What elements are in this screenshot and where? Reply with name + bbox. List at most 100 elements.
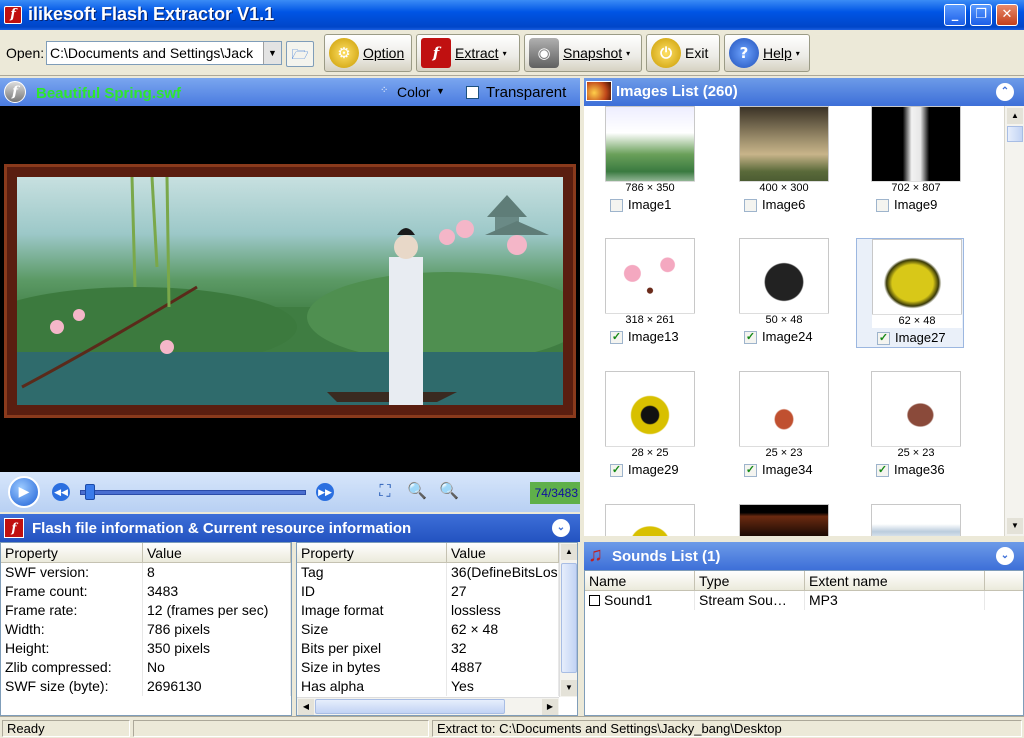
swf-info-grid[interactable]: Property Value SWF version: 8 Frame count:…: [0, 542, 292, 716]
scroll-down-icon[interactable]: ▼: [1007, 518, 1023, 534]
image-thumbnail[interactable]: 400 × 300 Image6: [724, 106, 832, 216]
status-bar: Ready Extract to: C:\Documents and Setti…: [0, 716, 1024, 738]
scroll-right-icon[interactable]: ▶: [542, 699, 558, 715]
thumbnail-image[interactable]: [605, 504, 695, 536]
table-row[interactable]: Zlib compressed: No: [1, 658, 291, 677]
minimize-button[interactable]: _: [944, 4, 966, 26]
help-button[interactable]: ? Help ▾: [724, 34, 810, 72]
image-checkbox[interactable]: [876, 199, 889, 212]
sound-checkbox[interactable]: [589, 595, 600, 606]
scroll-down-icon[interactable]: ▼: [561, 680, 577, 696]
vertical-scrollbar[interactable]: ▲ ▼: [559, 543, 577, 697]
images-list[interactable]: 786 × 350 Image1 400 × 300 Image6 702 × 807 I…: [584, 106, 1024, 536]
column-header[interactable]: Extent name: [805, 571, 985, 590]
chevron-down-icon[interactable]: ▼: [263, 42, 281, 64]
status-panel: [133, 720, 429, 737]
open-path-value[interactable]: C:\Documents and Settings\Jack: [50, 45, 262, 61]
image-checkbox[interactable]: ✓: [876, 464, 889, 477]
open-path-combo[interactable]: C:\Documents and Settings\Jack ▼: [46, 41, 282, 65]
zoom-in-button[interactable]: 🔍: [438, 481, 460, 503]
table-row[interactable]: Image format lossless: [297, 601, 577, 620]
table-row[interactable]: Width: 786 pixels: [1, 620, 291, 639]
close-button[interactable]: ✕: [996, 4, 1018, 26]
column-header[interactable]: Name: [585, 571, 695, 590]
image-checkbox[interactable]: ✓: [610, 464, 623, 477]
title-bar[interactable]: f ilikesoft Flash Extractor V1.1 _ ❐ ✕: [0, 0, 1024, 30]
image-thumbnail[interactable]: 25 × 23 ✓ Image36: [856, 371, 964, 481]
table-row[interactable]: Height: 350 pixels: [1, 639, 291, 658]
snapshot-button[interactable]: ◉ Snapshot ▾: [524, 34, 642, 72]
option-button[interactable]: ⚙ Option: [324, 34, 412, 72]
table-row[interactable]: SWF size (byte): 2696130: [1, 677, 291, 696]
thumbnail-image[interactable]: [871, 504, 961, 536]
image-checkbox[interactable]: ✓: [744, 331, 757, 344]
extract-button[interactable]: f Extract ▾: [416, 34, 520, 72]
seek-slider-track[interactable]: [80, 490, 306, 495]
table-row[interactable]: Tag 36(DefineBitsLos: [297, 563, 577, 582]
image-checkbox[interactable]: ✓: [877, 332, 890, 345]
scroll-thumb[interactable]: [315, 699, 505, 714]
image-checkbox[interactable]: [610, 199, 623, 212]
thumbnail-image[interactable]: [739, 504, 829, 536]
table-row[interactable]: Frame rate: 12 (frames per sec): [1, 601, 291, 620]
scroll-thumb[interactable]: [561, 563, 577, 673]
maximize-button[interactable]: ❐: [970, 4, 992, 26]
caret-icon: ▾: [795, 48, 800, 58]
table-cell: ID: [297, 582, 447, 601]
info-panel-header: f Flash file information & Current resou…: [0, 514, 580, 542]
power-icon: ⏻: [651, 38, 681, 68]
image-thumbnail[interactable]: 28 × 25 ✓ Image29: [590, 371, 698, 481]
fullscreen-button[interactable]: ⛶: [374, 481, 396, 503]
image-thumbnail[interactable]: 62 × 48 ✓ Image27: [856, 238, 964, 348]
seek-slider-thumb[interactable]: [85, 484, 95, 500]
image-thumbnail[interactable]: 25 × 23 ✓ Image34: [724, 371, 832, 481]
image-thumbnail[interactable]: 786 × 350 Image1: [590, 106, 698, 216]
table-row[interactable]: Size in bytes 4887: [297, 658, 577, 677]
image-thumbnail[interactable]: 702 × 807 Image9: [856, 106, 964, 216]
caret-icon: ▾: [502, 48, 507, 58]
zoom-out-button[interactable]: 🔍: [406, 481, 428, 503]
scroll-thumb[interactable]: [1007, 126, 1023, 142]
collapse-icon[interactable]: ⌄: [996, 547, 1014, 565]
table-row[interactable]: Bits per pixel 32: [297, 639, 577, 658]
column-header[interactable]: Value: [447, 543, 559, 562]
table-row[interactable]: Size 62 × 48: [297, 620, 577, 639]
scroll-up-icon[interactable]: ▲: [561, 544, 577, 560]
column-header[interactable]: Value: [143, 543, 291, 562]
rewind-button[interactable]: ◀◀: [52, 483, 70, 501]
image-dimensions: 28 × 25: [605, 446, 695, 460]
table-cell: 3483: [143, 582, 291, 601]
column-header[interactable]: Property: [1, 543, 143, 562]
image-thumbnail[interactable]: 318 × 261 ✓ Image13: [590, 238, 698, 348]
table-row[interactable]: Frame count: 3483: [1, 582, 291, 601]
table-cell: Size in bytes: [297, 658, 447, 677]
column-header[interactable]: Property: [297, 543, 447, 562]
image-checkbox[interactable]: ✓: [610, 331, 623, 344]
horizontal-scrollbar[interactable]: ◀ ▶: [297, 697, 559, 715]
flash-icon: f: [421, 38, 451, 68]
exit-button[interactable]: ⏻ Exit: [646, 34, 720, 72]
vertical-scrollbar[interactable]: ▲ ▼: [1004, 106, 1024, 536]
table-row[interactable]: SWF version: 8: [1, 563, 291, 582]
forward-button[interactable]: ▶▶: [316, 483, 334, 501]
table-cell: SWF size (byte):: [1, 677, 143, 696]
image-checkbox[interactable]: [744, 199, 757, 212]
scroll-left-icon[interactable]: ◀: [298, 699, 314, 715]
transparent-checkbox[interactable]: [466, 86, 479, 99]
table-row[interactable]: ID 27: [297, 582, 577, 601]
play-button[interactable]: ▶: [8, 476, 40, 508]
collapse-icon[interactable]: ⌄: [552, 519, 570, 537]
collapse-icon[interactable]: ⌃: [996, 83, 1014, 101]
color-mode-select[interactable]: Color: [397, 84, 430, 100]
chevron-down-icon[interactable]: ▼: [436, 86, 445, 96]
table-row[interactable]: Has alpha Yes: [297, 677, 577, 696]
resource-info-grid[interactable]: Property Value Tag 36(DefineBitsLos ID 27 Im…: [296, 542, 578, 716]
sounds-list[interactable]: Name Type Extent name Sound1 Stream Sou… M…: [584, 570, 1024, 716]
image-thumbnail[interactable]: 50 × 48 ✓ Image24: [724, 238, 832, 348]
column-header[interactable]: Type: [695, 571, 805, 590]
scroll-up-icon[interactable]: ▲: [1007, 108, 1023, 124]
image-checkbox[interactable]: ✓: [744, 464, 757, 477]
flash-stage[interactable]: [0, 106, 580, 472]
sound-row[interactable]: Sound1 Stream Sou… MP3: [585, 591, 1023, 610]
browse-folder-button[interactable]: 🗁: [286, 41, 314, 67]
